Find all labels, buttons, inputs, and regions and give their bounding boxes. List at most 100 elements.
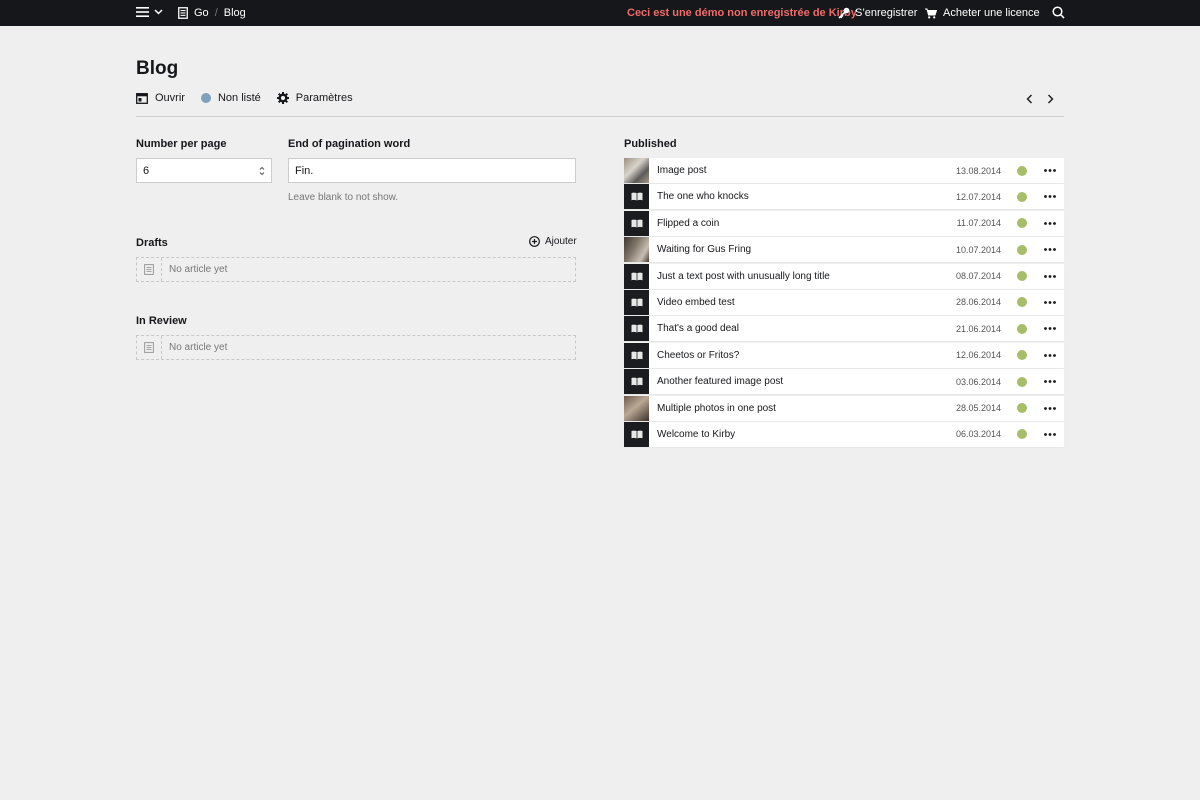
page-actions: Ouvrir Non listé Paramètres [136, 92, 369, 104]
thumbnail-book [624, 289, 649, 315]
settings-label: Paramètres [295, 92, 353, 104]
status-unlisted-icon [200, 93, 211, 103]
item-title[interactable]: Just a text post with unusually long tit… [657, 271, 941, 282]
status-button[interactable]: Non listé [200, 92, 261, 104]
register-button[interactable]: S’enregistrer [838, 7, 917, 19]
item-date: 28.05.2014 [955, 403, 1001, 414]
more-options-button[interactable] [1042, 406, 1058, 410]
status-published-icon[interactable] [1017, 376, 1027, 387]
item-title[interactable]: The one who knocks [657, 191, 941, 202]
next-page-button[interactable] [1047, 92, 1054, 107]
list-item[interactable]: Video embed test 28.06.2014 [624, 289, 1064, 315]
page-title: Blog [136, 58, 179, 79]
search-button[interactable] [1052, 6, 1065, 22]
thumbnail-book [624, 210, 649, 236]
thumbnail-book [624, 369, 649, 395]
thumbnail-book [624, 342, 649, 368]
status-published-icon[interactable] [1017, 218, 1027, 229]
item-date: 06.03.2014 [955, 429, 1001, 440]
status-published-icon[interactable] [1017, 271, 1027, 282]
status-published-icon[interactable] [1017, 403, 1027, 414]
thumbnail-image [624, 237, 649, 263]
list-item[interactable]: Flipped a coin 11.07.2014 [624, 210, 1064, 236]
more-options-button[interactable] [1042, 327, 1058, 331]
stepper-icon[interactable] [259, 166, 265, 176]
item-title[interactable]: That's a good deal [657, 323, 941, 334]
more-options-button[interactable] [1042, 274, 1058, 278]
status-published-icon[interactable] [1017, 297, 1027, 308]
list-item[interactable]: That's a good deal 21.06.2014 [624, 316, 1064, 342]
settings-button[interactable]: Paramètres [276, 92, 353, 104]
list-item[interactable]: Just a text post with unusually long tit… [624, 263, 1064, 289]
more-options-button[interactable] [1042, 195, 1058, 199]
item-title[interactable]: Welcome to Kirby [657, 429, 941, 440]
item-title[interactable]: Multiple photos in one post [657, 403, 941, 414]
breadcrumb-item-blog[interactable]: Blog [224, 7, 246, 19]
more-options-button[interactable] [1042, 248, 1058, 252]
more-options-button[interactable] [1042, 301, 1058, 304]
key-icon [838, 7, 850, 19]
item-title[interactable]: Image post [657, 165, 941, 176]
per-page-input[interactable]: 6 [136, 158, 272, 183]
more-options-button[interactable] [1042, 433, 1058, 436]
item-title[interactable]: Video embed test [657, 297, 941, 308]
list-item[interactable]: The one who knocks 12.07.2014 [624, 184, 1064, 210]
header-divider [136, 116, 1064, 117]
register-label: S’enregistrer [855, 7, 918, 19]
book-icon [631, 192, 642, 201]
item-date: 03.06.2014 [955, 376, 1001, 387]
end-word-input[interactable]: Fin. [288, 158, 576, 183]
more-options-button[interactable] [1042, 380, 1058, 384]
list-item[interactable]: Waiting for Gus Fring 10.07.2014 [624, 237, 1064, 263]
published-title: Published [624, 138, 677, 150]
ellipsis-icon [1044, 274, 1056, 278]
list-item[interactable]: Another featured image post 03.06.2014 [624, 369, 1064, 395]
end-word-value: Fin. [295, 164, 314, 177]
status-published-icon[interactable] [1017, 350, 1027, 361]
list-item[interactable]: Welcome to Kirby 06.03.2014 [624, 421, 1064, 447]
buy-license-button[interactable]: Acheter une licence [925, 7, 1040, 19]
demo-notice[interactable]: Ceci est une démo non enregistrée de Kir… [627, 7, 857, 19]
item-title[interactable]: Cheetos or Fritos? [657, 350, 941, 361]
item-date: 10.07.2014 [955, 244, 1001, 255]
topbar: Go / Blog Ceci est une démo non enregist… [0, 0, 1200, 26]
status-published-icon[interactable] [1017, 191, 1027, 202]
status-published-icon[interactable] [1017, 323, 1027, 334]
list-item[interactable]: Image post 13.08.2014 [624, 158, 1064, 183]
list-item[interactable]: Multiple photos in one post 28.05.2014 [624, 395, 1064, 421]
list-item[interactable]: Cheetos or Fritos? 12.06.2014 [624, 342, 1064, 368]
per-page-value: 6 [143, 164, 150, 177]
add-draft-button[interactable]: Ajouter [529, 236, 577, 247]
status-published-icon[interactable] [1017, 165, 1027, 176]
menu-button[interactable] [136, 6, 163, 18]
more-options-button[interactable] [1042, 221, 1058, 225]
page-navigation [1026, 92, 1054, 107]
ellipsis-icon [1044, 380, 1056, 384]
more-options-button[interactable] [1042, 169, 1058, 172]
book-icon [631, 430, 642, 439]
book-icon [631, 298, 642, 307]
review-empty: No article yet [136, 335, 576, 360]
more-options-button[interactable] [1042, 353, 1058, 357]
previous-page-button[interactable] [1026, 92, 1033, 107]
search-icon [1052, 6, 1065, 19]
item-title[interactable]: Flipped a coin [657, 218, 941, 229]
page-icon [178, 7, 188, 19]
status-published-icon[interactable] [1017, 429, 1027, 440]
breadcrumb-item-go[interactable]: Go [194, 7, 209, 19]
item-date: 13.08.2014 [955, 165, 1001, 176]
drafts-empty-text: No article yet [169, 264, 228, 275]
open-label: Ouvrir [155, 92, 185, 104]
status-published-icon[interactable] [1017, 244, 1027, 255]
open-button[interactable]: Ouvrir [136, 92, 185, 104]
empty-page-icon [137, 258, 162, 281]
breadcrumb-separator: / [214, 7, 218, 19]
published-list: Image post 13.08.2014 The one who knocks 12… [624, 158, 1064, 448]
item-title[interactable]: Waiting for Gus Fring [657, 244, 941, 255]
add-label: Ajouter [545, 236, 577, 247]
thumbnail-image [624, 158, 649, 183]
book-icon [631, 324, 642, 333]
item-title[interactable]: Another featured image post [657, 376, 941, 387]
item-date: 08.07.2014 [955, 271, 1001, 282]
thumbnail-book [624, 263, 649, 289]
